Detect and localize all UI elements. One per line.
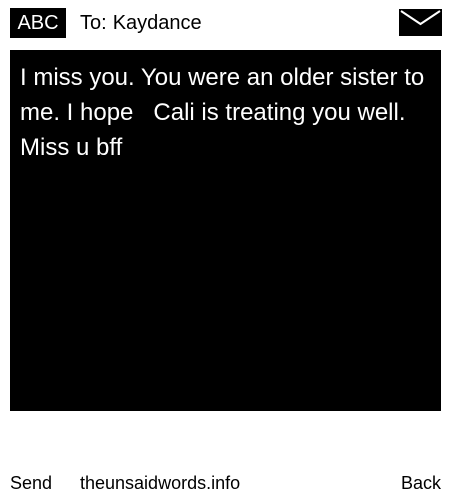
envelope-icon xyxy=(399,9,442,36)
to-label: To: xyxy=(80,12,107,34)
input-mode-badge[interactable]: ABC xyxy=(10,8,66,38)
send-button[interactable]: Send xyxy=(10,468,52,498)
envelope-icon-graphic xyxy=(399,9,442,36)
softkey-bar: Send theunsaidwords.info Back xyxy=(0,468,450,498)
back-button[interactable]: Back xyxy=(401,468,441,498)
recipient-field[interactable]: To: Kaydance xyxy=(80,8,202,38)
message-text: I miss you. You were an older sister to … xyxy=(20,64,431,161)
recipient-name: Kaydance xyxy=(112,12,202,34)
message-body[interactable]: I miss you. You were an older sister to … xyxy=(10,50,441,411)
message-header: ABC To: Kaydance xyxy=(0,0,450,46)
site-label: theunsaidwords.info xyxy=(80,473,241,493)
